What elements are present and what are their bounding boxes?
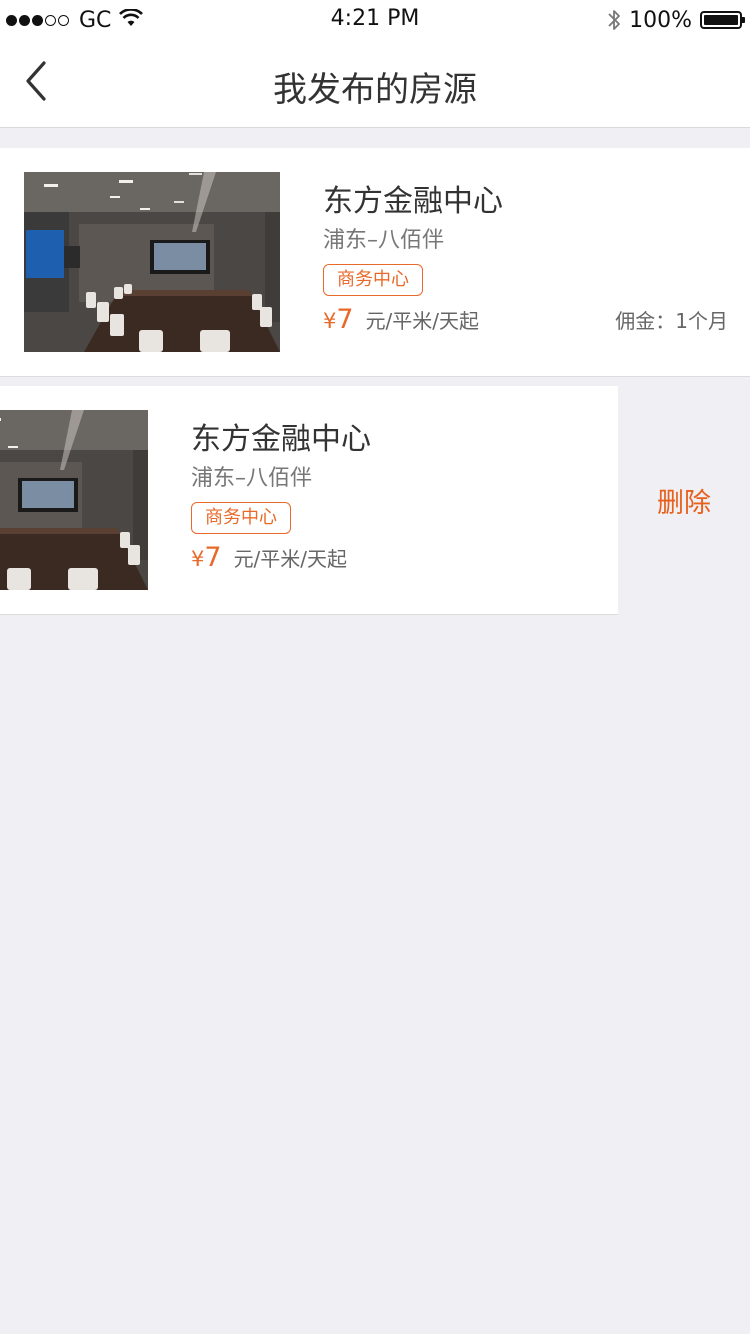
- price-currency: ¥: [323, 309, 337, 333]
- status-right: 100%: [607, 6, 745, 34]
- listing-thumbnail: [0, 410, 148, 590]
- navigation-bar: 我发布的房源: [0, 40, 750, 128]
- listing-type-badge: 商务中心: [323, 264, 423, 296]
- price-row: ¥ 7 元/平米/天起 佣金：1个月: [323, 304, 728, 335]
- listing-info: 东方金融中心 浦东–八佰伴 商务中心 ¥ 7 元/平米/天起 佣金：1个月: [323, 182, 728, 335]
- status-bar: GC 4:21 PM 100%: [0, 0, 750, 40]
- listing-title: 东方金融中心: [323, 184, 503, 219]
- price-value: 7: [336, 304, 354, 335]
- listing-title: 东方金融中心: [191, 422, 371, 457]
- battery-percent: 100%: [629, 7, 692, 33]
- price-unit: 元/平米/天起: [365, 309, 480, 333]
- price-unit: 元/平米/天起: [233, 547, 348, 571]
- delete-button[interactable]: 删除: [618, 386, 750, 615]
- listing-location: 浦东–八佰伴: [191, 466, 313, 491]
- listing-card-swiped[interactable]: 东方金融中心 浦东–八佰伴 商务中心 ¥ 7 元/平米/天起: [0, 386, 618, 615]
- listing-thumbnail: [24, 172, 280, 352]
- price-value: 7: [204, 542, 222, 573]
- bluetooth-icon: [607, 8, 621, 32]
- price-currency: ¥: [191, 547, 205, 571]
- price-row: ¥ 7 元/平米/天起: [191, 542, 596, 573]
- listing-card[interactable]: 东方金融中心 浦东–八佰伴 商务中心 ¥ 7 元/平米/天起 佣金：1个月: [0, 148, 750, 377]
- commission-label: 佣金：1个月: [615, 309, 728, 333]
- battery-icon: [700, 11, 745, 29]
- listing-location: 浦东–八佰伴: [323, 228, 445, 253]
- listing-type-badge: 商务中心: [191, 502, 291, 534]
- page-title: 我发布的房源: [273, 70, 477, 110]
- listing-info: 东方金融中心 浦东–八佰伴 商务中心 ¥ 7 元/平米/天起: [191, 420, 596, 573]
